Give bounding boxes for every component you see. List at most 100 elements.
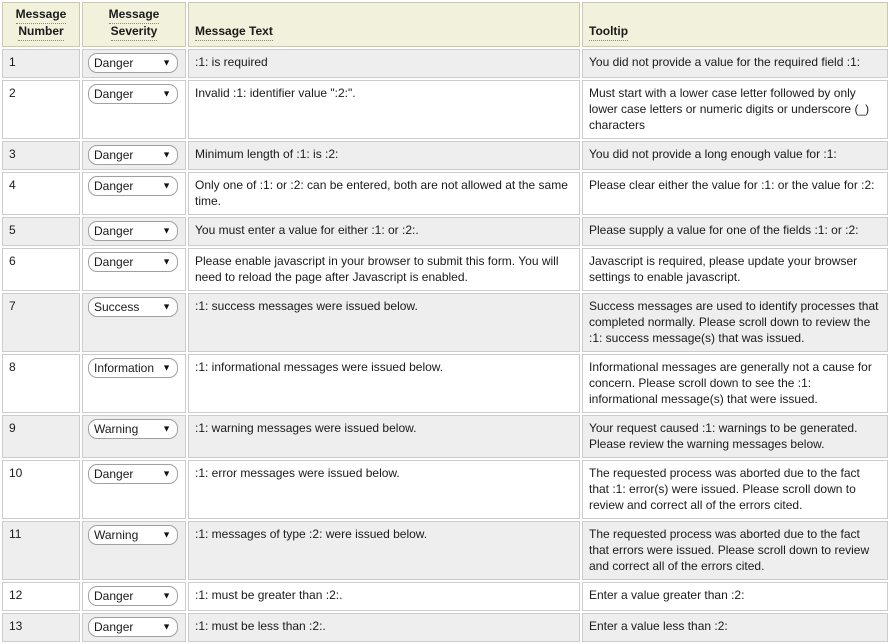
message-severity-cell: DangerSuccessInformationWarning▼ <box>82 172 186 215</box>
severity-select[interactable]: DangerSuccessInformationWarning <box>88 252 178 272</box>
tooltip-cell: Your request caused :1: warnings to be g… <box>582 415 888 458</box>
message-severity-cell: DangerSuccessInformationWarning▼ <box>82 217 186 246</box>
column-header-message-text: Message Text <box>188 2 580 47</box>
message-severity-cell: DangerSuccessInformationWarning▼ <box>82 354 186 413</box>
tooltip-cell: The requested process was aborted due to… <box>582 460 888 519</box>
severity-select-wrapper: DangerSuccessInformationWarning▼ <box>88 617 178 637</box>
message-number-cell: 9 <box>2 415 80 458</box>
table-row: 5 DangerSuccessInformationWarning▼ You mus… <box>2 217 888 246</box>
table-body: 1 DangerSuccessInformationWarning▼ :1: is … <box>2 49 888 642</box>
severity-select-wrapper: DangerSuccessInformationWarning▼ <box>88 221 178 241</box>
message-severity-cell: DangerSuccessInformationWarning▼ <box>82 415 186 458</box>
message-text-cell: Minimum length of :1: is :2: <box>188 141 580 170</box>
table-row: 7DangerSuccessInformationWarning▼:1: suc… <box>2 293 888 352</box>
tooltip-cell: Javascript is required, please update yo… <box>582 248 888 291</box>
severity-select[interactable]: DangerSuccessInformationWarning <box>88 145 178 165</box>
severity-select-wrapper: DangerSuccessInformationWarning▼ <box>88 53 178 73</box>
column-header-message-severity-line2: Severity <box>111 24 158 41</box>
table-row: 8 DangerSuccessInformationWarning▼ :1: inf… <box>2 354 888 413</box>
message-text-cell: Please enable javascript in your browser… <box>188 248 580 291</box>
message-severity-table: Message Number Message Severity Message … <box>0 0 888 644</box>
message-number-cell: 11 <box>2 521 80 580</box>
tooltip-cell: Please clear either the value for :1: or… <box>582 172 888 215</box>
message-number-cell: 1 <box>2 49 80 78</box>
message-text-cell: Only one of :1: or :2: can be entered, b… <box>188 172 580 215</box>
severity-select-wrapper: DangerSuccessInformationWarning▼ <box>88 419 178 439</box>
message-text-cell: :1: must be less than :2:. <box>188 613 580 642</box>
tooltip-cell: Enter a value greater than :2: <box>582 582 888 611</box>
severity-select[interactable]: DangerSuccessInformationWarning <box>88 53 178 73</box>
message-number-cell: 4 <box>2 172 80 215</box>
message-number-cell: 12 <box>2 582 80 611</box>
message-text-cell: You must enter a value for either :1: or… <box>188 217 580 246</box>
severity-select-wrapper: DangerSuccessInformationWarning▼ <box>88 252 178 272</box>
column-header-message-severity-line1: Message <box>109 7 160 24</box>
message-text-cell: :1: messages of type :2: were issued bel… <box>188 521 580 580</box>
message-severity-cell: DangerSuccessInformationWarning▼ <box>82 49 186 78</box>
message-number-cell: 10 <box>2 460 80 519</box>
table-row: 10 DangerSuccessInformationWarning▼ :1: er… <box>2 460 888 519</box>
table-row: 12 DangerSuccessInformationWarning▼ :1: mu… <box>2 582 888 611</box>
message-text-cell: Invalid :1: identifier value ":2:". <box>188 80 580 139</box>
tooltip-cell: Informational messages are generally not… <box>582 354 888 413</box>
tooltip-cell: You did not provide a value for the requ… <box>582 49 888 78</box>
severity-select[interactable]: DangerSuccessInformationWarning <box>88 617 178 637</box>
tooltip-cell: Enter a value less than :2: <box>582 613 888 642</box>
message-number-cell: 3 <box>2 141 80 170</box>
message-number-cell: 5 <box>2 217 80 246</box>
message-severity-cell: DangerSuccessInformationWarning▼ <box>82 521 186 580</box>
message-number-cell: 7 <box>2 293 80 352</box>
message-severity-cell: DangerSuccessInformationWarning▼ <box>82 613 186 642</box>
message-text-cell: :1: warning messages were issued below. <box>188 415 580 458</box>
table-row: 13DangerSuccessInformationWarning▼:1: mu… <box>2 613 888 642</box>
message-severity-cell: DangerSuccessInformationWarning▼ <box>82 582 186 611</box>
severity-select[interactable]: DangerSuccessInformationWarning <box>88 464 178 484</box>
severity-select[interactable]: DangerSuccessInformationWarning <box>88 297 178 317</box>
severity-select[interactable]: DangerSuccessInformationWarning <box>88 221 178 241</box>
tooltip-cell: Success messages are used to identify pr… <box>582 293 888 352</box>
severity-select[interactable]: DangerSuccessInformationWarning <box>88 525 178 545</box>
message-text-cell: :1: is required <box>188 49 580 78</box>
column-header-message-number: Message Number <box>2 2 80 47</box>
severity-select[interactable]: DangerSuccessInformationWarning <box>88 176 178 196</box>
tooltip-cell: Please supply a value for one of the fie… <box>582 217 888 246</box>
table-header-row: Message Number Message Severity Message … <box>2 2 888 47</box>
severity-select-wrapper: DangerSuccessInformationWarning▼ <box>88 176 178 196</box>
message-text-cell: :1: must be greater than :2:. <box>188 582 580 611</box>
severity-select[interactable]: DangerSuccessInformationWarning <box>88 419 178 439</box>
tooltip-cell: You did not provide a long enough value … <box>582 141 888 170</box>
column-header-message-severity: Message Severity <box>82 2 186 47</box>
table-header: Message Number Message Severity Message … <box>2 2 888 47</box>
table-row: 9 DangerSuccessInformationWarning▼ :1: war… <box>2 415 888 458</box>
table-row: 4 DangerSuccessInformationWarning▼ Only on… <box>2 172 888 215</box>
severity-select-wrapper: DangerSuccessInformationWarning▼ <box>88 586 178 606</box>
severity-select-wrapper: DangerSuccessInformationWarning▼ <box>88 464 178 484</box>
column-header-message-number-line2: Number <box>18 24 63 41</box>
message-severity-cell: DangerSuccessInformationWarning▼ <box>82 141 186 170</box>
message-severity-cell: DangerSuccessInformationWarning▼ <box>82 80 186 139</box>
severity-select-wrapper: DangerSuccessInformationWarning▼ <box>88 525 178 545</box>
column-header-tooltip-label: Tooltip <box>589 24 628 41</box>
table-row: 11 DangerSuccessInformationWarning▼ :1: me… <box>2 521 888 580</box>
column-header-message-number-line1: Message <box>16 7 67 24</box>
tooltip-cell: Must start with a lower case letter foll… <box>582 80 888 139</box>
severity-select-wrapper: DangerSuccessInformationWarning▼ <box>88 84 178 104</box>
message-number-cell: 6 <box>2 248 80 291</box>
table-row: 1 DangerSuccessInformationWarning▼ :1: is … <box>2 49 888 78</box>
message-text-cell: :1: informational messages were issued b… <box>188 354 580 413</box>
severity-select[interactable]: DangerSuccessInformationWarning <box>88 84 178 104</box>
table-row: 2DangerSuccessInformationWarning▼Invalid… <box>2 80 888 139</box>
table-row: 3DangerSuccessInformationWarning▼Minimum… <box>2 141 888 170</box>
message-text-cell: :1: success messages were issued below. <box>188 293 580 352</box>
severity-select-wrapper: DangerSuccessInformationWarning▼ <box>88 358 178 378</box>
message-severity-cell: DangerSuccessInformationWarning▼ <box>82 248 186 291</box>
table-row: 6 DangerSuccessInformationWarning▼ Please … <box>2 248 888 291</box>
column-header-message-text-label: Message Text <box>195 24 273 41</box>
severity-select[interactable]: DangerSuccessInformationWarning <box>88 358 178 378</box>
severity-select[interactable]: DangerSuccessInformationWarning <box>88 586 178 606</box>
message-severity-cell: DangerSuccessInformationWarning▼ <box>82 460 186 519</box>
message-number-cell: 8 <box>2 354 80 413</box>
message-text-cell: :1: error messages were issued below. <box>188 460 580 519</box>
message-severity-cell: DangerSuccessInformationWarning▼ <box>82 293 186 352</box>
column-header-tooltip: Tooltip <box>582 2 888 47</box>
